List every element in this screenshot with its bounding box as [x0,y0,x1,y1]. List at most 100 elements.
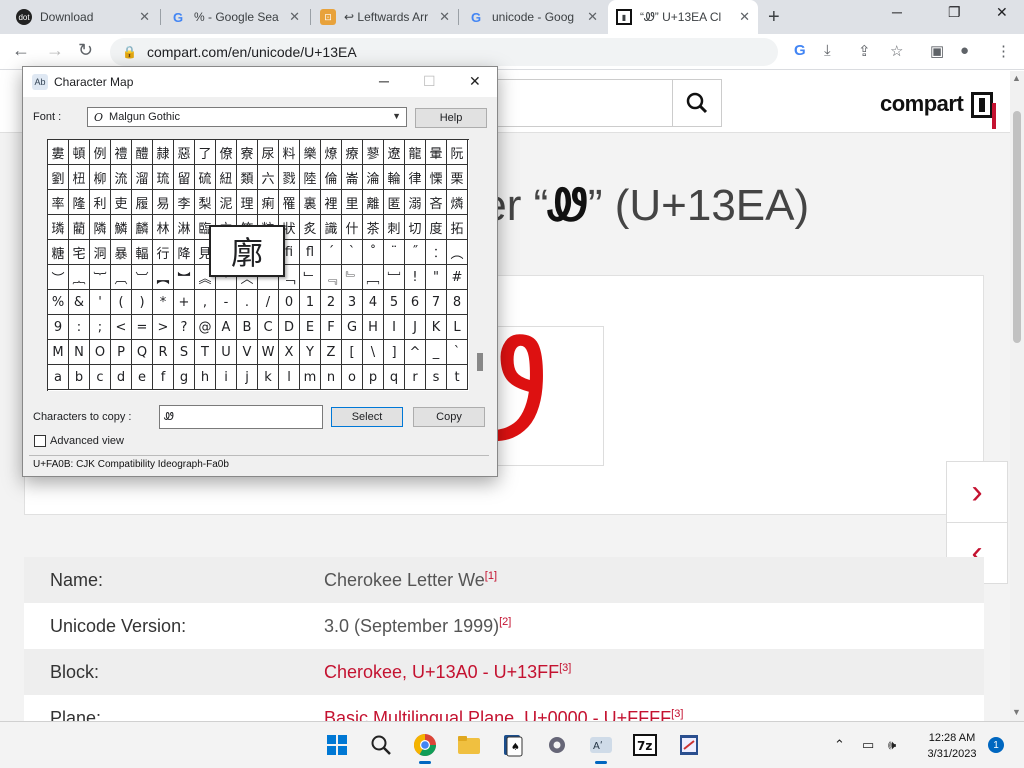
char-cell[interactable]: 流 [111,165,132,190]
char-cell[interactable]: W [258,340,279,365]
char-cell[interactable]: ︼ [174,265,195,290]
char-cell[interactable]: r [405,365,426,390]
char-cell[interactable]: 6 [405,290,426,315]
char-cell[interactable]: 隷 [153,140,174,165]
char-cell[interactable]: 杻 [69,165,90,190]
char-cell[interactable]: 理 [237,190,258,215]
char-cell[interactable]: 龍 [405,140,426,165]
char-cell[interactable]: 崙 [342,165,363,190]
char-cell[interactable]: 戮 [279,165,300,190]
char-cell[interactable]: ︶ [48,265,69,290]
char-cell[interactable]: ˚ [363,240,384,265]
char-cell[interactable]: 0 [279,290,300,315]
char-cell[interactable]: ﹇ [363,265,384,290]
char-cell[interactable]: 8 [447,290,468,315]
back-arrow-icon[interactable]: ← [12,40,30,61]
char-cell[interactable]: @ [195,315,216,340]
network-icon[interactable]: ▭ [862,737,874,753]
char-cell[interactable]: 洞 [90,240,111,265]
char-cell[interactable]: ﹄ [342,265,363,290]
tab-download[interactable]: dot Download ✕ [8,0,158,34]
close-tab-icon[interactable]: ✕ [289,9,300,25]
char-cell[interactable]: 隆 [69,190,90,215]
char-cell[interactable]: 硫 [195,165,216,190]
settings-gear-icon[interactable] [542,730,572,760]
char-cell[interactable]: 輪 [384,165,405,190]
char-cell[interactable]: 療 [342,140,363,165]
char-cell[interactable]: 1 [300,290,321,315]
char-cell[interactable]: 離 [363,190,384,215]
char-cell[interactable]: 利 [90,190,111,215]
char-cell[interactable]: 率 [48,190,69,215]
block-link[interactable]: Cherokee, U+13A0 - U+13FF [324,662,559,682]
char-cell[interactable]: 輻 [132,240,153,265]
char-cell[interactable]: ^ [405,340,426,365]
start-windows-icon[interactable] [322,730,352,760]
restore-icon[interactable]: ❐ [948,4,961,21]
close-window-icon[interactable]: ✕ [996,4,1008,21]
next-char-button[interactable]: › [946,461,1008,523]
char-cell[interactable]: H [363,315,384,340]
copy-button[interactable]: Copy [413,407,485,427]
char-cell[interactable]: Q [132,340,153,365]
notification-badge[interactable]: 1 [988,737,1004,753]
plane-link[interactable]: Basic Multilingual Plane, U+0000 - U+FFF… [324,708,671,722]
char-cell[interactable]: ) [132,290,153,315]
char-cell[interactable]: 糖 [48,240,69,265]
tab-active-unicode-char[interactable]: ▮ “Ꮺ” U+13EA Cl ✕ [608,0,758,34]
notepad-app-icon[interactable] [674,730,704,760]
char-cell[interactable]: V [237,340,258,365]
characters-to-copy-input[interactable]: Ꮺ [159,405,323,429]
char-cell[interactable]: i [216,365,237,390]
char-cell[interactable]: 暈 [426,140,447,165]
char-cell[interactable]: - [216,290,237,315]
char-cell[interactable]: 藺 [69,215,90,240]
page-scrollbar[interactable]: ▲ ▼ [1010,71,1024,721]
char-cell[interactable]: 類 [237,165,258,190]
char-cell[interactable]: 降 [174,240,195,265]
char-cell[interactable]: ` [447,340,468,365]
advanced-view-toggle[interactable]: Advanced view [34,435,124,447]
char-cell[interactable]: q [384,365,405,390]
minimize-icon[interactable]: ─ [892,4,902,20]
char-cell[interactable]: Z [321,340,342,365]
char-cell[interactable]: G [342,315,363,340]
char-cell[interactable]: ¨ [384,240,405,265]
char-cell[interactable]: 李 [174,190,195,215]
address-bar[interactable]: 🔒 compart.com/en/unicode/U+13EA [110,38,778,66]
char-cell[interactable]: & [69,290,90,315]
profile-avatar-icon[interactable]: ● [960,42,969,59]
char-cell[interactable]: B [237,315,258,340]
char-cell[interactable]: \ [363,340,384,365]
char-cell[interactable]: I [384,315,405,340]
char-cell[interactable]: l [279,365,300,390]
char-cell[interactable]: ' [90,290,111,315]
close-tab-icon[interactable]: ✕ [587,9,598,25]
char-cell[interactable]: Y [300,340,321,365]
char-cell[interactable]: p [363,365,384,390]
char-cell[interactable]: 炙 [300,215,321,240]
char-cell[interactable]: a [48,365,69,390]
forward-arrow-icon[interactable]: → [46,40,64,61]
new-tab-button[interactable]: + [768,6,780,29]
char-cell[interactable]: " [426,265,447,290]
char-cell[interactable]: 阮 [447,140,468,165]
char-cell[interactable]: 例 [90,140,111,165]
char-cell[interactable]: P [111,340,132,365]
char-cell[interactable]: b [69,365,90,390]
minimize-icon[interactable]: ─ [379,73,389,89]
lock-icon[interactable]: 🔒 [122,45,137,59]
char-cell[interactable]: 醴 [132,140,153,165]
site-search-button[interactable] [672,79,722,127]
file-explorer-icon[interactable] [454,730,484,760]
close-tab-icon[interactable]: ✕ [139,9,150,25]
char-cell[interactable]: 7 [426,290,447,315]
char-cell[interactable]: , [195,290,216,315]
char-cell[interactable]: : [69,315,90,340]
char-cell[interactable]: ︺ [132,265,153,290]
char-cell[interactable]: + [174,290,195,315]
char-cell[interactable]: C [258,315,279,340]
char-cell[interactable]: 泥 [216,190,237,215]
char-cell[interactable]: X [279,340,300,365]
char-cell[interactable]: o [342,365,363,390]
